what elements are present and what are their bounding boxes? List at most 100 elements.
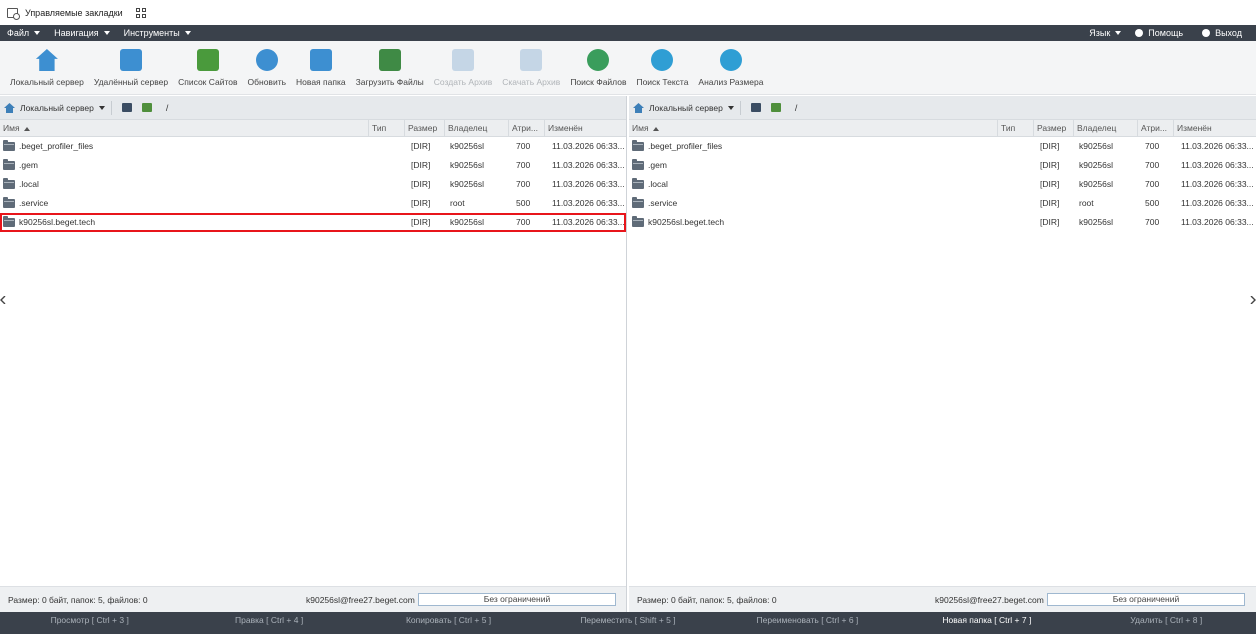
toolbar-button-2[interactable]: Список Сайтов: [173, 41, 242, 87]
folder-icon: [3, 216, 15, 227]
cell-owner: root: [1079, 198, 1094, 208]
bookmarks-label[interactable]: Управляемые закладки: [25, 8, 123, 18]
table-row[interactable]: .local [DIR] k90256sl 700 11.03.2026 06:33..…: [629, 175, 1256, 194]
function-key-5[interactable]: Копировать [ Ctrl + 5 ]: [359, 612, 538, 634]
cell-size: [DIR]: [411, 141, 431, 151]
folder-icon: [632, 216, 644, 227]
cell-name: .service: [648, 198, 678, 208]
right-server-select[interactable]: Локальный сервер: [649, 103, 734, 113]
left-col-owner-label: Владелец: [448, 123, 488, 133]
menu-navigation-label: Навигация: [54, 28, 99, 38]
table-row[interactable]: k90256sl.beget.tech [DIR] k90256sl 700 11.03…: [0, 213, 626, 232]
table-row[interactable]: .local [DIR] k90256sl 700 11.03.2026 06:33..…: [0, 175, 626, 194]
toolbar-label-0: Локальный сервер: [10, 77, 84, 87]
function-key-6[interactable]: Переместить [ Shift + 5 ]: [538, 612, 717, 634]
left-col-size[interactable]: Размер: [404, 120, 444, 137]
left-status-text: Размер: 0 байт, папок: 5, файлов: 0: [8, 595, 148, 605]
toolbar: Локальный сервер Удалённый сервер Список С…: [0, 41, 1256, 95]
menu-language[interactable]: Язык: [1082, 28, 1128, 38]
toolbar-button-4[interactable]: Новая папка: [291, 41, 351, 87]
right-col-size[interactable]: Размер: [1033, 120, 1073, 137]
menu-help[interactable]: Помощь: [1128, 28, 1195, 38]
function-key-4[interactable]: Правка [ Ctrl + 4 ]: [179, 612, 358, 634]
chevron-down-icon: [727, 105, 734, 110]
toolbar-label-6: Создать Архив: [433, 77, 493, 87]
table-row[interactable]: .service [DIR] root 500 11.03.2026 06:33...: [629, 194, 1256, 213]
menu-tools[interactable]: Инструменты: [117, 28, 198, 38]
table-row[interactable]: .beget_profiler_files [DIR] k90256sl 700 11.…: [0, 137, 626, 156]
cell-modified: 11.03.2026 06:33...: [1181, 160, 1253, 170]
cell-size: [DIR]: [1040, 141, 1060, 151]
left-col-attr[interactable]: Атри...: [508, 120, 544, 137]
menu-right: Язык Помощь Выход: [1082, 28, 1256, 38]
left-file-list: .beget_profiler_files [DIR] k90256sl 700 11.…: [0, 137, 626, 232]
collapse-left-icon[interactable]: [0, 296, 6, 304]
toolbar-button-6[interactable]: Создать Архив: [429, 41, 497, 87]
cell-owner: k90256sl: [450, 141, 485, 151]
toolbar-button-10[interactable]: Анализ Размера: [693, 41, 768, 87]
menu-exit-label: Выход: [1215, 28, 1242, 38]
upload-folder-icon[interactable]: [770, 103, 781, 112]
table-row[interactable]: .beget_profiler_files [DIR] k90256sl 700 11.…: [629, 137, 1256, 156]
sort-ascending-icon: [652, 126, 659, 131]
toolbar-button-0[interactable]: Локальный сервер: [5, 41, 89, 87]
right-col-modified[interactable]: Изменён: [1173, 120, 1256, 137]
drive-icon[interactable]: [750, 103, 761, 112]
left-col-owner[interactable]: Владелец: [444, 120, 508, 137]
function-key-3[interactable]: Просмотр [ Ctrl + 3 ]: [0, 612, 179, 634]
function-key-9[interactable]: Удалить [ Ctrl + 8 ]: [1077, 612, 1256, 634]
right-file-list: .beget_profiler_files [DIR] k90256sl 700 11.…: [629, 137, 1256, 232]
cell-modified: 11.03.2026 06:33...: [552, 160, 624, 170]
toolbar-button-8[interactable]: Поиск Файлов: [565, 41, 631, 87]
left-table-header: Имя Тип Размер Владелец Атри... Изменён: [0, 120, 626, 137]
left-col-type[interactable]: Тип: [368, 120, 404, 137]
home-server-icon: [35, 49, 58, 71]
upload-folder-icon[interactable]: [141, 103, 152, 112]
menu-exit[interactable]: Выход: [1195, 28, 1256, 38]
cell-name: .local: [19, 179, 39, 189]
right-col-type[interactable]: Тип: [997, 120, 1033, 137]
left-col-modified[interactable]: Изменён: [544, 120, 627, 137]
bookmarks-manage-icon[interactable]: [7, 7, 20, 20]
cell-modified: 11.03.2026 06:33...: [552, 198, 624, 208]
cell-attr: 500: [516, 198, 531, 208]
collapse-right-icon[interactable]: [1250, 296, 1256, 304]
left-server-select[interactable]: Локальный сервер: [20, 103, 105, 113]
cell-name: .service: [19, 198, 49, 208]
right-col-name[interactable]: Имя: [629, 120, 997, 137]
table-row[interactable]: .gem [DIR] k90256sl 700 11.03.2026 06:33...: [0, 156, 626, 175]
table-row[interactable]: k90256sl.beget.tech [DIR] k90256sl 700 11.03…: [629, 213, 1256, 232]
table-row[interactable]: .service [DIR] root 500 11.03.2026 06:33...: [0, 194, 626, 213]
toolbar-label-2: Список Сайтов: [178, 77, 238, 87]
menu-file[interactable]: Файл: [0, 28, 47, 38]
toolbar-button-1[interactable]: Удалённый сервер: [89, 41, 173, 87]
cell-size: [DIR]: [411, 160, 431, 170]
cell-attr: 700: [1145, 179, 1160, 189]
cell-attr: 700: [516, 217, 531, 227]
home-icon[interactable]: [4, 102, 15, 113]
table-row[interactable]: .gem [DIR] k90256sl 700 11.03.2026 06:33...: [629, 156, 1256, 175]
home-icon[interactable]: [633, 102, 644, 113]
right-col-attr[interactable]: Атри...: [1137, 120, 1173, 137]
cell-name: k90256sl.beget.tech: [19, 217, 96, 227]
function-key-8[interactable]: Новая папка [ Ctrl + 7 ]: [897, 612, 1076, 634]
left-path: /: [165, 102, 169, 113]
right-panel: Локальный сервер / Имя Тип Размер Владелец Атр…: [629, 96, 1256, 612]
apps-grid-icon[interactable]: [135, 7, 146, 18]
toolbar-button-7[interactable]: Скачать Архив: [497, 41, 565, 87]
chevron-down-icon: [34, 31, 41, 35]
right-col-owner[interactable]: Владелец: [1073, 120, 1137, 137]
left-col-name[interactable]: Имя: [0, 120, 368, 137]
drive-icon[interactable]: [121, 103, 132, 112]
archive-icon: [452, 49, 474, 71]
toolbar-button-9[interactable]: Поиск Текста: [631, 41, 693, 87]
menu-navigation[interactable]: Навигация: [47, 28, 116, 38]
function-key-7[interactable]: Переименовать [ Ctrl + 6 ]: [718, 612, 897, 634]
toolbar-button-5[interactable]: Загрузить Файлы: [351, 41, 429, 87]
folder-icon: [3, 140, 15, 151]
toolbar-button-3[interactable]: Обновить: [243, 41, 292, 87]
cell-name: .local: [648, 179, 668, 189]
cell-modified: 11.03.2026 06:33...: [552, 179, 624, 189]
right-col-size-label: Размер: [1037, 123, 1067, 133]
right-table-header: Имя Тип Размер Владелец Атри... Изменён: [629, 120, 1256, 137]
